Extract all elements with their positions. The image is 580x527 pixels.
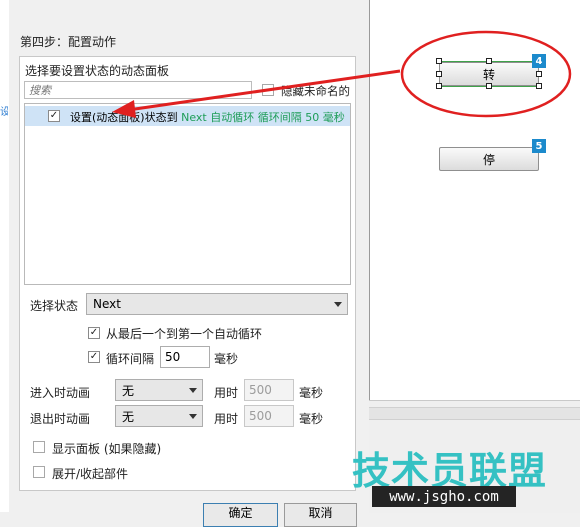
arrow-head-icon [112,100,136,118]
annotation-arrow-line [127,69,401,112]
annotation-overlay [112,30,572,118]
watermark-url: www.jsgho.com [372,486,516,507]
highlight-ellipse [400,30,572,118]
